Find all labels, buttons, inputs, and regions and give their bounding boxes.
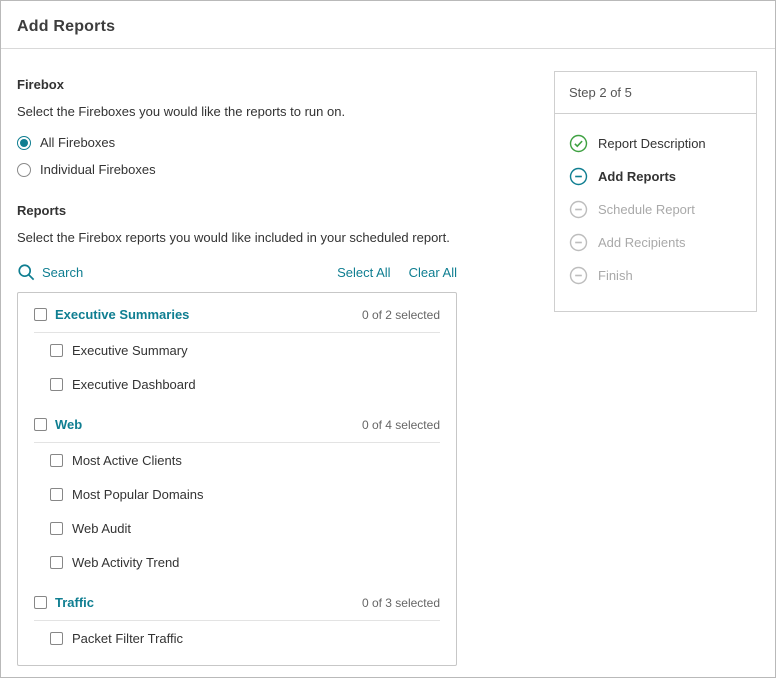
step-label: Schedule Report [598,202,695,217]
step-report-description: Report Description [569,134,742,153]
wizard-panel: Step 2 of 5 Report Description [554,71,757,312]
group-selected-count: 0 of 2 selected [362,308,440,322]
search-label: Search [42,265,83,280]
radio-unselected-icon [17,163,31,177]
group-header[interactable]: Traffic 0 of 3 selected [34,585,440,621]
wizard-steps: Report Description Add Reports [555,114,756,311]
step-schedule-report: Schedule Report [569,200,742,219]
item-checkbox [50,378,63,391]
report-item[interactable]: Executive Summary [34,333,440,367]
item-label: Executive Dashboard [72,377,196,392]
item-checkbox [50,344,63,357]
pending-step-icon [569,200,588,219]
group-selected-count: 0 of 4 selected [362,418,440,432]
report-list: Executive Summaries 0 of 2 selected Exec… [17,292,457,666]
report-group-traffic: Traffic 0 of 3 selected Packet Filter Tr… [18,585,456,655]
item-checkbox [50,488,63,501]
firebox-description: Select the Fireboxes you would like the … [17,104,457,119]
group-checkbox[interactable] [34,308,47,321]
item-label: Web Activity Trend [72,555,179,570]
search-icon [17,263,36,282]
report-item[interactable]: Packet Filter Traffic [34,621,440,655]
pending-step-icon [569,266,588,285]
report-group-web: Web 0 of 4 selected Most Active Clients … [18,407,456,579]
step-add-reports: Add Reports [569,167,742,186]
report-item[interactable]: Executive Dashboard [34,367,440,401]
item-checkbox [50,556,63,569]
radio-selected-icon [17,136,31,150]
report-item[interactable]: Web Audit [34,511,440,545]
report-group-executive-summaries: Executive Summaries 0 of 2 selected Exec… [18,297,456,401]
clear-all-link[interactable]: Clear All [409,265,457,280]
step-finish: Finish [569,266,742,285]
radio-all-fireboxes-label: All Fireboxes [40,135,115,150]
radio-all-fireboxes[interactable]: All Fireboxes [17,135,457,150]
item-checkbox [50,522,63,535]
step-label: Report Description [598,136,706,151]
item-checkbox [50,454,63,467]
current-step-icon [569,167,588,186]
search-toggle[interactable]: Search [17,263,83,282]
group-checkbox[interactable] [34,596,47,609]
page-header: Add Reports [1,1,775,48]
add-reports-page: Add Reports Firebox Select the Fireboxes… [0,0,776,678]
report-item[interactable]: Most Active Clients [34,443,440,477]
group-checkbox[interactable] [34,418,47,431]
main-content: Firebox Select the Fireboxes you would l… [1,49,775,678]
check-circle-icon [569,134,588,153]
item-label: Packet Filter Traffic [72,631,183,646]
bulk-select-links: Select All Clear All [337,265,457,280]
step-label: Add Recipients [598,235,685,250]
reports-description: Select the Firebox reports you would lik… [17,230,457,245]
group-name[interactable]: Web [55,417,82,432]
wizard-column: Step 2 of 5 Report Description [554,71,757,312]
report-item[interactable]: Web Activity Trend [34,545,440,579]
group-header[interactable]: Executive Summaries 0 of 2 selected [34,297,440,333]
group-selected-count: 0 of 3 selected [362,596,440,610]
page-title: Add Reports [17,18,759,36]
radio-individual-fireboxes[interactable]: Individual Fireboxes [17,162,457,177]
item-label: Executive Summary [72,343,188,358]
reports-section: Reports Select the Firebox reports you w… [17,203,457,666]
item-checkbox [50,632,63,645]
firebox-heading: Firebox [17,77,457,92]
item-label: Most Active Clients [72,453,182,468]
reports-heading: Reports [17,203,457,218]
group-name[interactable]: Executive Summaries [55,307,189,322]
step-add-recipients: Add Recipients [569,233,742,252]
step-label: Add Reports [598,169,676,184]
wizard-step-header: Step 2 of 5 [555,72,756,114]
group-name[interactable]: Traffic [55,595,94,610]
item-label: Web Audit [72,521,131,536]
select-all-link[interactable]: Select All [337,265,390,280]
form-column: Firebox Select the Fireboxes you would l… [17,49,457,678]
item-label: Most Popular Domains [72,487,204,502]
report-item[interactable]: Most Popular Domains [34,477,440,511]
step-label: Finish [598,268,633,283]
search-row: Search Select All Clear All [17,263,457,282]
radio-individual-fireboxes-label: Individual Fireboxes [40,162,156,177]
pending-step-icon [569,233,588,252]
group-header[interactable]: Web 0 of 4 selected [34,407,440,443]
